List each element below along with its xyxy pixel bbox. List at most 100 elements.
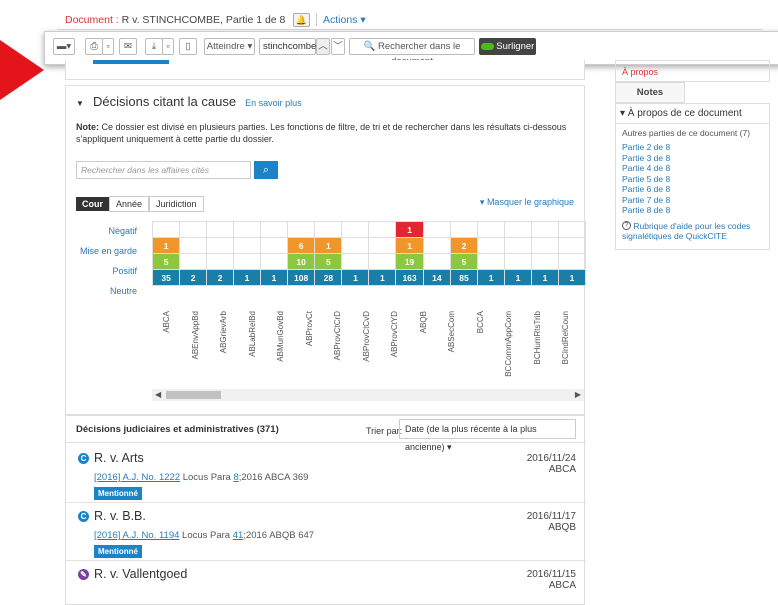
scroll-right-icon[interactable]: ▶ [575, 390, 581, 399]
grid-cell[interactable]: 1 [557, 269, 586, 286]
previous-hit-icon[interactable]: ︿ [316, 38, 330, 55]
next-hit-icon[interactable]: ﹀ [331, 38, 345, 55]
bell-icon[interactable]: 🔔 [293, 13, 310, 27]
column-label: ABEnvAppBd [190, 311, 200, 360]
citation-source: ;2016 ABCA 369 [238, 472, 309, 483]
divider [66, 560, 586, 561]
print-options-icon[interactable]: ▫ [102, 38, 114, 55]
actions-menu[interactable]: Actions ▾ [323, 14, 366, 26]
grid-cell [341, 237, 370, 254]
grid-cell[interactable]: 1 [395, 237, 424, 254]
grid-cell [422, 253, 451, 270]
grid-cell[interactable]: 5 [314, 253, 343, 270]
tab-year[interactable]: Année [109, 196, 150, 212]
right-sidebar: À propos Notes ▾ À propos de ce document… [615, 60, 770, 250]
grid-cell[interactable]: 1 [530, 269, 559, 286]
citation-grid: 1 1 6 1 1 2 5 10 5 19 5 35 2 2 1 1 108 28 1 1 163 14 85 1 1 1 1 [152, 221, 586, 286]
case-name-link[interactable]: R. v. B.B. [94, 509, 146, 523]
citation: [2016] A.J. No. 1194 Locus Para 41;2016 … [94, 530, 314, 541]
grid-cell[interactable]: 1 [314, 237, 343, 254]
case-name-link[interactable]: R. v. Vallentgoed [94, 567, 187, 581]
grid-cell[interactable]: 1 [152, 237, 181, 254]
column-label: BCCommAppCom [504, 311, 513, 377]
citation-link[interactable]: [2016] A.J. No. 1194 [94, 530, 179, 541]
chart-tabs: Cour Année Juridiction [76, 196, 204, 212]
part-link[interactable]: Partie 5 de 8 [622, 174, 763, 185]
grid-cell[interactable]: 35 [152, 269, 181, 286]
grid-cell[interactable]: 6 [286, 237, 316, 254]
email-icon[interactable]: ✉ [119, 38, 137, 55]
divider [66, 442, 586, 443]
grid-cell[interactable]: 2 [179, 269, 208, 286]
tab-notes[interactable]: Notes [615, 82, 685, 103]
citation-link[interactable]: [2016] A.J. No. 1222 [94, 472, 180, 483]
learn-more-link[interactable]: En savoir plus [245, 98, 302, 108]
part-link[interactable]: Partie 3 de 8 [622, 153, 763, 164]
help-icon: ? [622, 220, 631, 230]
tab-jurisdiction[interactable]: Juridiction [149, 196, 204, 212]
grid-cell[interactable]: 28 [314, 269, 343, 286]
grid-cell[interactable]: 1 [368, 269, 397, 286]
grid-cell[interactable]: 5 [449, 253, 479, 270]
court-code: ABCA [548, 580, 576, 591]
part-link[interactable]: Partie 8 de 8 [622, 205, 763, 216]
help-topic-link[interactable]: Rubrique d'aide pour les codes signaléti… [622, 221, 750, 241]
para-link[interactable]: 41 [233, 530, 244, 541]
grid-cell [341, 221, 370, 238]
grid-cell[interactable]: 2 [206, 269, 235, 286]
document-icon[interactable]: ▯ [179, 38, 197, 55]
grid-cell[interactable]: 10 [286, 253, 316, 270]
grid-cell [530, 237, 559, 254]
grid-cell[interactable]: 1 [395, 221, 424, 238]
goto-dropdown[interactable]: Atteindre ▾ [204, 38, 255, 55]
search-in-document-button[interactable]: 🔍 Rechercher dans le document [349, 38, 475, 67]
grid-cell[interactable]: 14 [422, 269, 451, 286]
grid-cell[interactable]: 1 [259, 269, 288, 286]
part-link[interactable]: Partie 6 de 8 [622, 184, 763, 195]
tab-about[interactable]: À propos [615, 60, 770, 82]
grid-cell[interactable]: 1 [504, 269, 532, 286]
download-icon[interactable]: ⤓ [145, 38, 163, 55]
collapse-icon[interactable]: ▼ [76, 99, 84, 108]
sort-dropdown[interactable]: Date (de la plus récente à la plus ancie… [399, 419, 576, 452]
citation-source: ;2016 ABQB 647 [243, 530, 315, 541]
scrollbar-thumb[interactable] [166, 391, 221, 399]
print-icon[interactable]: ⎙ [85, 38, 103, 55]
citing-decisions-panel: ▼ Décisions citant la cause En savoir pl… [65, 85, 586, 415]
download-options-icon[interactable]: ▫ [162, 38, 174, 55]
column-label: ABLabRelBd [247, 311, 257, 357]
grid-cell[interactable]: 5 [152, 253, 181, 270]
search-icon[interactable]: ⌕ [254, 161, 278, 179]
search-cited-input[interactable]: Rechercher dans les affaires cités [76, 161, 251, 179]
decision-date: 2016/11/17 [526, 511, 576, 522]
row-label: Positif [112, 266, 137, 276]
divider [316, 13, 317, 26]
grid-cell[interactable]: 108 [286, 269, 316, 286]
grid-cell[interactable]: 1 [233, 269, 261, 286]
search-term-field[interactable]: stinchcombe [259, 38, 316, 55]
folder-icon[interactable]: ▬▾ [53, 38, 75, 55]
row-label: Neutre [109, 286, 137, 296]
grid-cell[interactable]: 2 [449, 237, 479, 254]
grid-cell[interactable]: 85 [449, 269, 479, 286]
column-label: ABSecCom [447, 311, 456, 353]
about-document-title[interactable]: ▾ À propos de ce document [616, 108, 769, 124]
treatment-badge: Mentionné [94, 487, 142, 500]
case-name-link[interactable]: R. v. Arts [94, 451, 144, 465]
grid-cell[interactable]: 163 [395, 269, 424, 286]
note-label: Note: [76, 122, 99, 132]
grid-cell[interactable]: 19 [395, 253, 424, 270]
hide-chart-link[interactable]: ▾ Masquer le graphique [480, 197, 574, 208]
part-link[interactable]: Partie 4 de 8 [622, 163, 763, 174]
scroll-left-icon[interactable]: ◀ [155, 390, 161, 399]
grid-cell[interactable]: 1 [341, 269, 370, 286]
row-label: Mise en garde [79, 246, 137, 256]
tab-court[interactable]: Cour [76, 197, 109, 211]
section-title: Décisions citant la cause [92, 94, 237, 109]
highlight-toggle[interactable]: Surligner [479, 38, 536, 55]
part-link[interactable]: Partie 7 de 8 [622, 195, 763, 206]
horizontal-scrollbar[interactable]: ◀ ▶ [152, 389, 584, 401]
grid-cell[interactable]: 1 [477, 269, 506, 286]
column-label: ABQB [418, 311, 428, 334]
part-link[interactable]: Partie 2 de 8 [622, 142, 763, 153]
